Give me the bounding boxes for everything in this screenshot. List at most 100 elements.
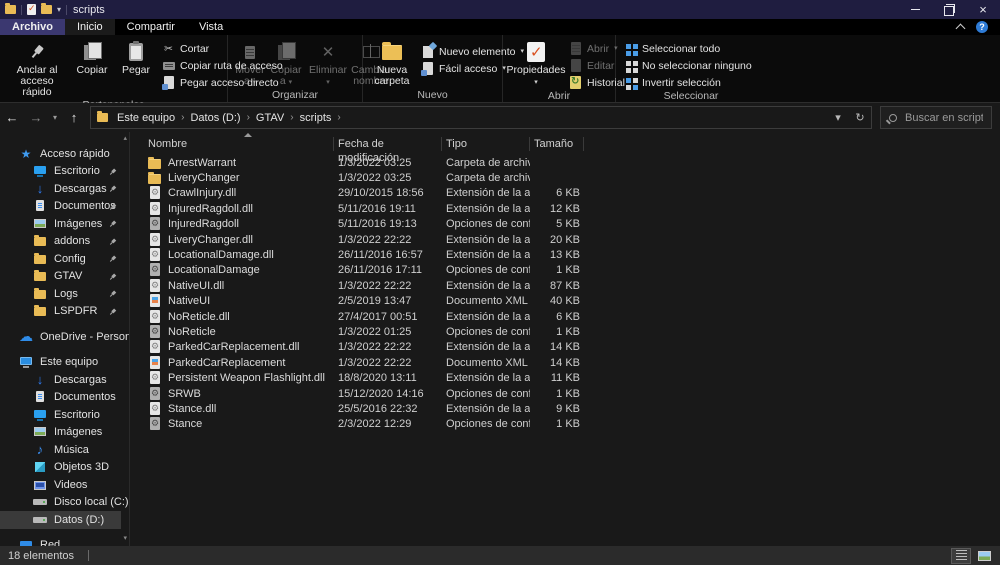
tab-inicio[interactable]: Inicio (64, 19, 115, 35)
sidebar-item-icon (33, 478, 47, 492)
sidebar-item[interactable]: Logs (0, 285, 129, 303)
column-header-nombre[interactable]: Nombre (144, 136, 334, 151)
minimize-button[interactable] (898, 0, 932, 19)
sidebar-item[interactable]: Música (0, 441, 129, 459)
sidebar-item-icon (33, 269, 47, 283)
sidebar-item[interactable]: Escritorio (0, 163, 129, 181)
history-icon (569, 76, 582, 89)
file-row[interactable]: NoReticle 1/3/2022 01:25 Opciones de con… (144, 324, 1000, 339)
file-type: Extensión de la ap... (446, 279, 530, 292)
breadcrumb-item[interactable]: Datos (D:) (188, 112, 242, 124)
search-box[interactable] (880, 106, 992, 129)
sidebar-item-icon (19, 538, 33, 546)
file-row[interactable]: CrawlInjury.dll 29/10/2015 18:56 Extensi… (144, 186, 1000, 201)
recent-locations-icon[interactable]: ▾ (48, 113, 62, 122)
file-row[interactable]: Persistent Weapon Flashlight.dll 18/8/20… (144, 370, 1000, 385)
new-folder-button[interactable]: Nueva carpeta (367, 38, 417, 88)
sidebar-item[interactable]: Descargas (0, 371, 129, 389)
invert-selection-button[interactable]: Invertir selección (624, 76, 752, 89)
properties-button[interactable]: Propiedades▾ (507, 38, 565, 88)
breadcrumb-item[interactable]: scripts (298, 112, 334, 124)
sidebar-item[interactable]: OneDrive - Personal (0, 328, 129, 346)
column-header-tipo[interactable]: Tipo (442, 136, 530, 151)
file-row[interactable]: InjuredRagdoll.dll 5/11/2016 19:11 Exten… (144, 201, 1000, 216)
file-size: 20 KB (550, 233, 580, 246)
sidebar-item[interactable]: Imágenes (0, 215, 129, 233)
sidebar-item[interactable]: Escritorio (0, 406, 129, 424)
pin-to-quick-access-button[interactable]: Anclar al acceso rápido (4, 38, 70, 99)
column-header-tamano[interactable]: Tamaño (530, 136, 584, 151)
move-to-button[interactable]: Mover a ▾ (232, 38, 268, 88)
breadcrumb-separator-icon: › (290, 112, 294, 123)
sidebar-item[interactable]: Imágenes (0, 424, 129, 442)
sidebar-item[interactable]: GTAV (0, 268, 129, 286)
sidebar-item[interactable]: LSPDFR (0, 303, 129, 321)
address-dropdown-icon[interactable]: ▾ (827, 111, 849, 124)
search-icon (889, 113, 897, 122)
sidebar-item[interactable]: Disco local (C:) (0, 494, 129, 512)
select-all-button[interactable]: Seleccionar todo (624, 42, 752, 55)
file-row[interactable]: SRWB 15/12/2020 14:16 Opciones de confi.… (144, 386, 1000, 401)
file-row[interactable]: InjuredRagdoll 5/11/2016 19:13 Opciones … (144, 217, 1000, 232)
file-row[interactable]: LocationalDamage 26/11/2016 17:11 Opcion… (144, 263, 1000, 278)
details-view-button[interactable] (951, 547, 971, 564)
copy-to-button[interactable]: Copiar a ▾ (268, 38, 304, 88)
paste-button[interactable]: Pegar (114, 38, 158, 77)
help-icon[interactable]: ? (976, 21, 988, 33)
sidebar-item[interactable]: Config (0, 250, 129, 268)
collapse-ribbon-icon[interactable] (955, 23, 966, 34)
address-bar[interactable]: Este equipo › Datos (D:) › GTAV › scripts › … (90, 106, 872, 129)
column-header-fecha[interactable]: Fecha de modificación (334, 136, 442, 164)
delete-button[interactable]: ✕ Eliminar ▾ (308, 38, 348, 88)
sidebar-item[interactable]: Este equipo (0, 354, 129, 372)
tab-compartir[interactable]: Compartir (115, 19, 187, 35)
sidebar-item[interactable]: Videos (0, 476, 129, 494)
sidebar-scroll-up-icon[interactable]: ▴ (123, 134, 127, 142)
qat-properties-icon[interactable] (27, 3, 36, 15)
file-row[interactable]: ArrestWarrant 1/3/2022 03:25 Carpeta de … (144, 155, 1000, 170)
copy-button[interactable]: Copiar (70, 38, 114, 77)
sidebar-item-label: Objetos 3D (54, 461, 110, 474)
file-row[interactable]: LiveryChanger.dll 1/3/2022 22:22 Extensi… (144, 232, 1000, 247)
file-type-icon (148, 294, 162, 308)
sidebar-item[interactable]: Datos (D:) (0, 511, 121, 529)
sidebar-item[interactable]: Documentos (0, 198, 129, 216)
file-type-icon (148, 371, 162, 385)
tab-archivo[interactable]: Archivo (0, 19, 65, 35)
thumbnails-view-button[interactable] (974, 548, 994, 564)
sidebar-item[interactable]: Acceso rápido (0, 145, 129, 163)
search-input[interactable] (903, 110, 985, 125)
restore-button[interactable] (932, 0, 966, 19)
file-type-icon (148, 386, 162, 401)
up-button[interactable]: ↑ (62, 110, 86, 125)
breadcrumb-item[interactable]: GTAV (254, 112, 286, 124)
file-type-icon (148, 248, 162, 262)
refresh-icon[interactable]: ↻ (849, 111, 871, 124)
breadcrumb-item[interactable]: Este equipo (115, 112, 177, 124)
sidebar-item[interactable]: addons (0, 233, 129, 251)
tab-vista[interactable]: Vista (187, 19, 235, 35)
file-row[interactable]: Stance.dll 25/5/2016 22:32 Extensión de … (144, 401, 1000, 416)
qat-customize-icon[interactable]: ▾ (57, 5, 61, 14)
sidebar-item[interactable]: Descargas (0, 180, 129, 198)
new-item-icon (421, 45, 434, 58)
file-row[interactable]: Stance 2/3/2022 12:29 Opciones de confi.… (144, 417, 1000, 432)
sidebar-item[interactable]: Documentos (0, 389, 129, 407)
file-row[interactable]: LiveryChanger 1/3/2022 03:25 Carpeta de … (144, 170, 1000, 185)
file-row[interactable]: ParkedCarReplacement 1/3/2022 22:22 Docu… (144, 355, 1000, 370)
file-row[interactable]: LocationalDamage.dll 26/11/2016 16:57 Ex… (144, 247, 1000, 262)
file-row[interactable]: NativeUI 2/5/2019 13:47 Documento XML 40… (144, 294, 1000, 309)
file-row[interactable]: NoReticle.dll 27/4/2017 00:51 Extensión … (144, 309, 1000, 324)
sidebar-scroll-down-icon[interactable]: ▾ (123, 534, 127, 542)
sidebar-item-label: Este equipo (40, 356, 99, 369)
back-button[interactable]: ← (0, 110, 24, 125)
file-row[interactable]: NativeUI.dll 1/3/2022 22:22 Extensión de… (144, 278, 1000, 293)
qat-new-folder-icon[interactable] (41, 3, 52, 14)
file-row[interactable]: ParkedCarReplacement.dll 1/3/2022 22:22 … (144, 340, 1000, 355)
select-none-button[interactable]: No seleccionar ninguno (624, 59, 752, 72)
sidebar-item[interactable]: Red (0, 537, 129, 546)
close-button[interactable]: × (966, 0, 1000, 19)
forward-button[interactable]: → (24, 110, 48, 125)
file-type-icon (148, 324, 162, 339)
sidebar-item[interactable]: Objetos 3D (0, 459, 129, 477)
